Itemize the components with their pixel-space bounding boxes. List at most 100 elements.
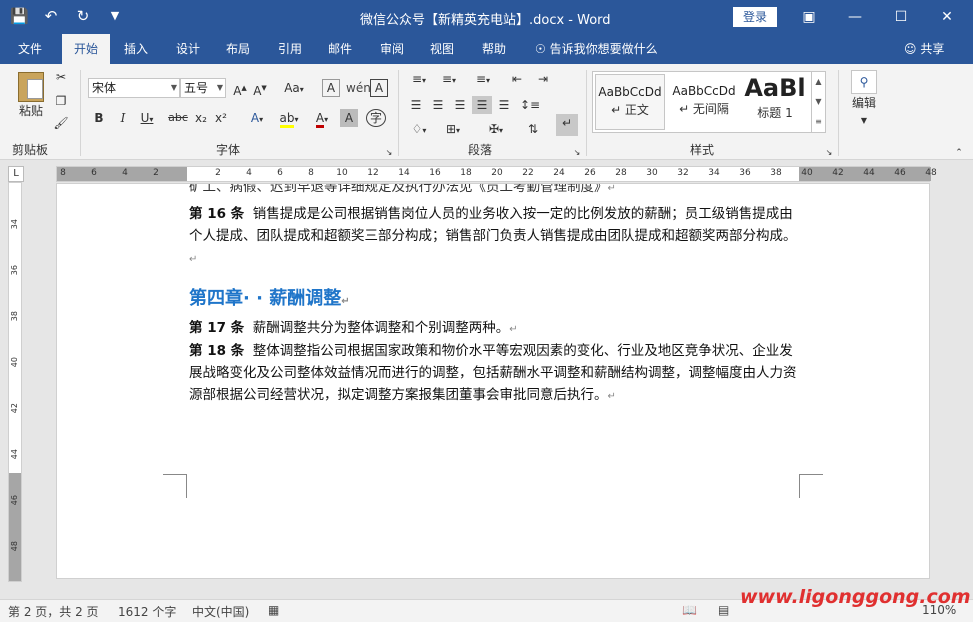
format-painter-icon[interactable]: 🖌 (52, 114, 70, 132)
styles-gallery: AaBbCcDd ↵ 正文 AaBbCcDd ↵ 无间隔 AaBl 标题 1 ▲… (592, 71, 826, 133)
dialog-launcher-icon[interactable]: ↘ (572, 144, 582, 162)
align-center-icon[interactable]: ☰ (428, 96, 448, 114)
tab-review[interactable]: 审阅 (370, 34, 414, 64)
read-mode-icon[interactable]: 📖 (682, 603, 697, 617)
ruler-tick-label: 48 (925, 168, 937, 178)
tab-layout[interactable]: 布局 (216, 34, 260, 64)
underline-button[interactable]: U▾ (136, 109, 158, 129)
font-color-icon[interactable]: A▾ (310, 109, 334, 129)
customize-icon[interactable]: ▼ (106, 6, 124, 26)
line-spacing-icon[interactable]: ↕≡ (518, 96, 542, 114)
justify-icon[interactable]: ☰ (472, 96, 492, 114)
highlight-icon[interactable]: ab▾ (276, 109, 302, 129)
redo-icon[interactable]: ↻ (74, 6, 92, 26)
superscript-button[interactable]: x² (212, 109, 230, 127)
style-normal[interactable]: AaBbCcDd ↵ 正文 (595, 74, 665, 130)
cut-icon[interactable]: ✂ (52, 68, 70, 86)
shading-icon[interactable]: ♢▾ (406, 120, 432, 140)
save-icon[interactable]: 💾 (10, 6, 29, 26)
chevron-down-icon: ▼ (170, 83, 177, 92)
undo-icon[interactable]: ↶ (42, 6, 60, 26)
clipboard-group-label: 剪贴板 (12, 143, 49, 157)
lightbulb-icon: ☉ (535, 42, 546, 56)
chevron-down-icon: ▼ (216, 83, 223, 92)
style-no-spacing[interactable]: AaBbCcDd ↵ 无间隔 (669, 74, 739, 130)
quick-access-toolbar: 💾 ↶ ↻ ▼ (10, 6, 124, 26)
sort-icon[interactable]: ⇅ (524, 120, 542, 138)
magnifier-icon: ⚲ (851, 70, 877, 94)
editing-button[interactable]: ⚲ 编辑 ▼ (846, 70, 882, 130)
char-border-icon[interactable]: A (370, 79, 388, 97)
font-family-select[interactable]: 宋体 ▼ (88, 78, 180, 98)
tab-references[interactable]: 引用 (268, 34, 312, 64)
separator (586, 70, 587, 156)
numbering-icon[interactable]: ≡▾ (436, 70, 462, 90)
gallery-scroll[interactable]: ▲ ▼ ≡ (811, 72, 825, 132)
char-shading-icon[interactable]: A (340, 109, 358, 127)
clipboard-icon (18, 72, 44, 102)
multilevel-list-icon[interactable]: ≡▾ (468, 70, 498, 90)
separator (838, 70, 839, 156)
strikethrough-button[interactable]: abc (166, 109, 190, 127)
close-button[interactable]: ✕ (924, 0, 970, 34)
tell-me-search[interactable]: ☉ 告诉我你想要做什么 (535, 34, 658, 64)
login-button[interactable]: 登录 (733, 7, 777, 27)
dialog-launcher-icon[interactable]: ↘ (824, 144, 834, 162)
bullets-icon[interactable]: ≡▾ (406, 70, 432, 90)
tab-design[interactable]: 设计 (166, 34, 210, 64)
ruler-tick-label: 22 (522, 168, 534, 178)
share-button[interactable]: ☺ 共享 (904, 34, 944, 64)
ruler-tick-label: 26 (584, 168, 596, 178)
dialog-launcher-icon[interactable]: ↘ (384, 144, 394, 162)
borders-icon[interactable]: ⊞▾ (440, 120, 466, 140)
show-marks-icon[interactable]: ↵ (556, 114, 578, 136)
collapse-ribbon-icon[interactable]: ⌃ (952, 144, 966, 162)
tab-mailings[interactable]: 邮件 (318, 34, 362, 64)
style-heading-1[interactable]: AaBl 标题 1 (743, 74, 807, 130)
vertical-ruler[interactable]: 34 36 38 40 42 44 46 48 (8, 182, 22, 582)
ruler-tick-label: 34 (708, 168, 720, 178)
paste-button[interactable]: 粘贴 (14, 70, 48, 130)
page-count[interactable]: 第 2 页，共 2 页 (8, 603, 99, 620)
maximize-button[interactable]: ☐ (878, 0, 924, 34)
distributed-icon[interactable]: ☰ (494, 96, 514, 114)
separator (80, 70, 81, 156)
font-size-select[interactable]: 五号 ▼ (180, 78, 226, 98)
word-count[interactable]: 1612 个字 (118, 603, 176, 620)
italic-button[interactable]: I (114, 109, 132, 127)
document-page[interactable]: 矿工、病假、迟到早退等详细规定及执行办法见《员工考勤管理制度》↵ 第 16 条 … (56, 183, 930, 579)
bold-button[interactable]: B (90, 109, 108, 127)
horizontal-ruler[interactable]: 8 6 4 2 2 4 6 8 10 12 14 16 18 20 22 24 26 28 30 32 34 36 38 40… (56, 166, 937, 182)
print-layout-icon[interactable]: ▤ (718, 603, 729, 617)
language[interactable]: 中文(中国) (192, 603, 249, 620)
chinese-layout-icon[interactable]: ✠▾ (482, 120, 510, 140)
tab-view[interactable]: 视图 (420, 34, 464, 64)
ruler-tick-label: 30 (646, 168, 658, 178)
grow-font-icon[interactable]: A▲ (232, 79, 248, 100)
article-18: 第 18 条 整体调整指公司根据国家政策和物价水平等宏观因素的变化、行业及地区竞… (189, 343, 797, 403)
shrink-font-icon[interactable]: A▼ (252, 79, 268, 100)
change-case-icon[interactable]: Aa▾ (282, 79, 306, 99)
text-effects-icon[interactable]: A▾ (246, 109, 268, 129)
tab-insert[interactable]: 插入 (114, 34, 158, 64)
ribbon-display-icon[interactable]: ▣ (786, 0, 832, 34)
macro-icon[interactable]: ▦ (268, 603, 279, 617)
ruler-tick-label: 48 (10, 541, 19, 552)
subscript-button[interactable]: x₂ (192, 109, 210, 127)
crop-mark-right (799, 474, 823, 498)
tab-file[interactable]: 文件 (8, 34, 52, 64)
clear-format-icon[interactable]: A (322, 79, 340, 97)
tab-home[interactable]: 开始 (62, 34, 110, 64)
minimize-button[interactable]: — (832, 0, 878, 34)
copy-icon[interactable]: ❐ (52, 92, 70, 110)
ruler-tick-label: 36 (739, 168, 751, 178)
tab-selector[interactable]: L (8, 166, 24, 182)
ruler-tick-label: 6 (277, 168, 283, 178)
tab-help[interactable]: 帮助 (472, 34, 516, 64)
align-left-icon[interactable]: ☰ (406, 96, 426, 114)
enclose-char-icon[interactable]: 字 (366, 109, 386, 127)
decrease-indent-icon[interactable]: ⇤ (508, 70, 526, 88)
increase-indent-icon[interactable]: ⇥ (534, 70, 552, 88)
align-right-icon[interactable]: ☰ (450, 96, 470, 114)
phonetic-guide-icon[interactable]: wén (346, 79, 371, 97)
